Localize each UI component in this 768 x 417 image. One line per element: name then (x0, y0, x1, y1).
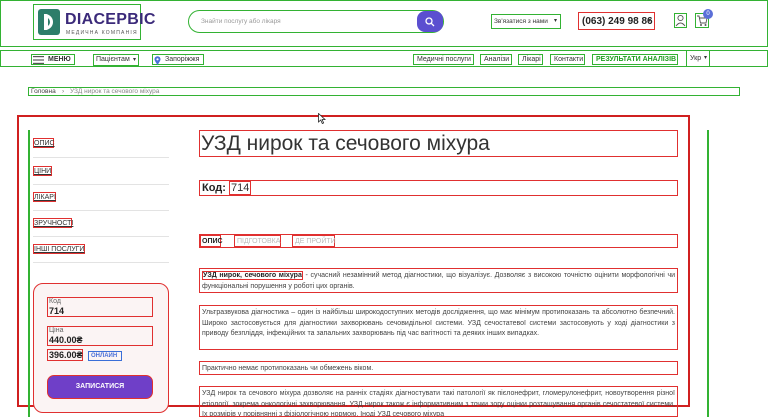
sidebar-link-label: ЛІКАРІ (34, 194, 56, 201)
sidebar-link-label: ЦІНИ (34, 168, 52, 175)
sidebar-link-doctors[interactable]: ЛІКАРІ (33, 192, 56, 202)
user-icon (675, 14, 686, 27)
language-selector[interactable]: Укр ▾ (686, 50, 710, 67)
sidebar-link-label: ІНШІ ПОСЛУГИ (34, 246, 85, 253)
nav-link-analyses[interactable]: Аналізи (480, 54, 512, 65)
description-paragraph-3: Практично немає протипоказань чи обмежен… (199, 361, 678, 375)
tab-preparation[interactable]: ПІДГОТОВКА (234, 235, 281, 247)
city-selector[interactable]: Запоріжжя (152, 54, 204, 65)
menu-label: МЕНЮ (48, 56, 71, 63)
sidebar-divider (33, 184, 169, 185)
contact-label: Зв'язатися з нами (494, 18, 548, 25)
tab-description[interactable]: ОПИС (200, 235, 223, 247)
phone-number: (063) 249 98 86 (582, 16, 653, 27)
sidebar-link-label: ЗРУЧНОСТІ (34, 220, 74, 227)
nav-link-label: Контакти (554, 56, 584, 63)
nav-link-results[interactable]: РЕЗУЛЬТАТИ АНАЛІЗІВ (592, 54, 678, 65)
phone-dropdown[interactable]: (063) 249 98 86 ▾ (578, 12, 655, 30)
search-button[interactable] (417, 11, 443, 32)
tab-label: ПІДГОТОВКА (237, 238, 281, 245)
nav-link-services[interactable]: Медичні послуги (413, 54, 474, 65)
code-label: Код: (202, 182, 226, 194)
page-title-box: УЗД нирок та сечового міхура (199, 130, 678, 157)
code-row: Код: 714 (199, 180, 678, 196)
card-price-label: Ціна (49, 327, 64, 334)
patients-dropdown[interactable]: Пацієнтам ▾ (93, 54, 139, 66)
logo[interactable]: DIACEPBIC МЕДИЧНА КОМПАНІЯ (33, 4, 155, 40)
online-badge: ОНЛАЙН (88, 351, 122, 361)
breadcrumb: Головна › УЗД нирок та сечового міхура (28, 87, 740, 96)
online-badge-label: ОНЛАЙН (91, 353, 118, 359)
breadcrumb-home[interactable]: Головна (31, 88, 56, 95)
location-pin-icon (154, 56, 161, 65)
nav-link-label: Аналізи (484, 56, 510, 63)
breadcrumb-separator: › (62, 88, 65, 95)
card-online-price: 396.00₴ (47, 349, 83, 361)
paragraph-text: УЗД нирок, сечового міхура - сучасний не… (200, 269, 677, 294)
card-price-value: 440.00₴ (49, 335, 83, 345)
logo-icon (38, 9, 60, 35)
paragraph-text: УЗД нирок та сечового міхура дозволяє на… (202, 390, 675, 417)
chevron-down-icon: ▾ (133, 57, 137, 63)
city-label: Запоріжжя (165, 56, 200, 63)
tab-label: ДЕ ПРОЙТИ (295, 238, 336, 245)
patients-label: Пацієнтам (96, 56, 130, 63)
sidebar-link-other-services[interactable]: ІНШІ ПОСЛУГИ (33, 244, 85, 254)
chevron-down-icon: ▾ (648, 18, 652, 24)
sidebar-divider (33, 236, 169, 237)
description-paragraph-1: УЗД нирок, сечового міхура - сучасний не… (199, 268, 678, 293)
hamburger-icon (33, 56, 44, 64)
description-paragraph-4: УЗД нирок та сечового міхура дозволяє на… (199, 386, 678, 417)
nav-link-doctors[interactable]: Лікарі (518, 54, 543, 65)
mouse-cursor-icon (318, 113, 326, 124)
tab-label: ОПИС (202, 238, 223, 245)
language-label: Укр (690, 55, 702, 62)
brand-name: DIACEPBIC (65, 11, 156, 28)
tab-where[interactable]: ДЕ ПРОЙТИ (292, 235, 336, 247)
menu-button[interactable]: МЕНЮ (31, 54, 75, 65)
card-code-label: Код (49, 298, 61, 305)
brand-subtitle: МЕДИЧНА КОМПАНІЯ (66, 30, 138, 36)
content-guide-left (28, 130, 30, 417)
sidebar-link-amenities[interactable]: ЗРУЧНОСТІ (33, 218, 74, 228)
lead-bold-text: УЗД нирок, сечового міхура (202, 271, 303, 280)
page-title: УЗД нирок та сечового міхура (201, 132, 490, 155)
sidebar-divider (33, 262, 169, 263)
card-code-value: 714 (49, 306, 65, 316)
user-button[interactable] (674, 13, 687, 28)
nav-link-label: Медичні послуги (417, 56, 471, 63)
contact-dropdown[interactable]: Зв'язатися з нами ▾ (491, 14, 561, 29)
paragraph-text: Ультразвукова діагностика – один із найб… (202, 309, 675, 337)
card-price-group: Ціна 440.00₴ (47, 326, 153, 346)
sign-up-button[interactable]: ЗАПИСАТИСЯ (47, 375, 153, 399)
search-input[interactable]: Знайти послугу або лікаря (201, 18, 281, 25)
sidebar-divider (33, 157, 169, 158)
breadcrumb-current: УЗД нирок та сечового міхура (70, 88, 160, 95)
sidebar-link-label: ОПИС (34, 140, 55, 147)
results-label: РЕЗУЛЬТАТИ АНАЛІЗІВ (596, 56, 677, 63)
nav-link-contacts[interactable]: Контакти (550, 54, 585, 65)
chevron-down-icon: ▾ (704, 55, 708, 61)
paragraph-text: Практично немає протипоказань чи обмежен… (202, 365, 374, 372)
price-card: Код 714 Ціна 440.00₴ 396.00₴ ОНЛАЙН ЗАПИ… (33, 283, 169, 413)
search-icon (425, 16, 435, 26)
card-online-price-value: 396.00₴ (49, 350, 83, 360)
sidebar-link-description[interactable]: ОПИС (33, 138, 55, 148)
code-value: 714 (229, 181, 252, 195)
card-code-group: Код 714 (47, 297, 153, 317)
sidebar-divider (33, 210, 169, 211)
nav-link-label: Лікарі (522, 56, 541, 63)
sidebar-link-prices[interactable]: ЦІНИ (33, 166, 52, 176)
chevron-down-icon: ▾ (554, 18, 558, 24)
description-paragraph-2: Ультразвукова діагностика – один із найб… (199, 305, 678, 350)
search-bar: Знайти послугу або лікаря (188, 10, 444, 33)
cart-count-badge: 0 (703, 9, 713, 19)
content-guide-right (707, 130, 709, 417)
